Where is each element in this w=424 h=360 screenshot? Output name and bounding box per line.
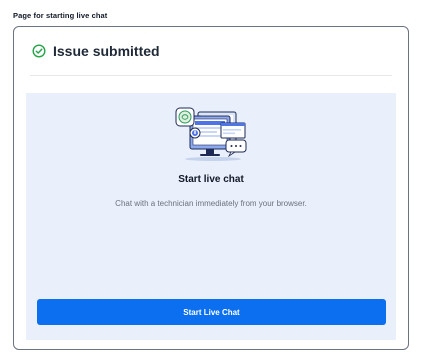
page-caption: Page for starting live chat <box>13 11 108 20</box>
page-title: Issue submitted <box>53 43 160 59</box>
live-chat-illustration <box>171 103 251 163</box>
card-header: Issue submitted <box>32 43 160 59</box>
header-divider <box>30 75 392 76</box>
panel-description: Chat with a technician immediately from … <box>115 199 307 208</box>
panel-title: Start live chat <box>178 174 244 185</box>
issue-card: Issue submitted Start live chat Chat wit… <box>13 26 409 350</box>
check-circle-icon <box>32 44 46 58</box>
live-chat-panel: Start live chat Chat with a technician i… <box>26 93 396 340</box>
start-live-chat-button[interactable]: Start Live Chat <box>37 299 386 325</box>
